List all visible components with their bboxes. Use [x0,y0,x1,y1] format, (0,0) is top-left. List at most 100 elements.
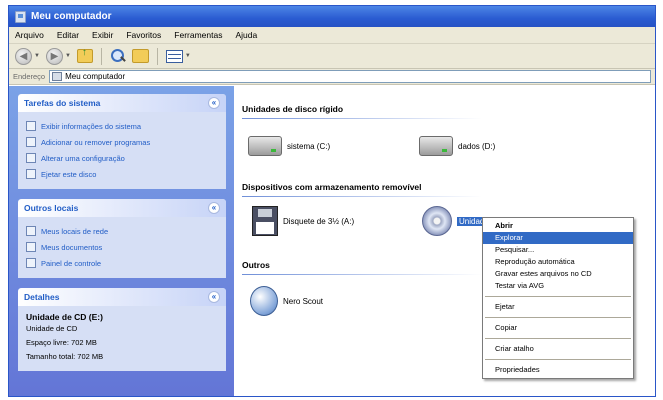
ctx-create-shortcut[interactable]: Criar atalho [483,343,633,355]
other-places-panel: Outros locais « Meus locais de rede Meus… [18,199,226,278]
other-places-header[interactable]: Outros locais « [18,199,226,217]
collapse-chevron-icon[interactable]: « [208,291,220,303]
place-network[interactable]: Meus locais de rede [26,223,218,239]
system-tasks-list: Exibir informações do sistema Adicionar … [18,112,226,189]
task-label: Exibir informações do sistema [41,121,142,131]
ctx-explore[interactable]: Explorar [483,232,633,244]
place-control-panel[interactable]: Painel de controle [26,255,218,271]
folder-up-icon [76,47,93,63]
task-label: Ejetar este disco [41,169,97,179]
toolbar-separator [100,47,102,65]
group-divider [242,196,482,197]
menu-arquivo[interactable]: Arquivo [15,30,44,40]
up-folder-button[interactable] [76,47,93,63]
task-add-remove-programs[interactable]: Adicionar ou remover programas [26,134,218,150]
back-button[interactable]: ◀ ▼ [15,47,40,65]
system-tasks-header[interactable]: Tarefas do sistema « [18,94,226,112]
ctx-copy[interactable]: Copiar [483,322,633,334]
ctx-properties[interactable]: Propriedades [483,364,633,376]
drive-label: sistema (C:) [287,141,331,151]
task-view-system-info[interactable]: Exibir informações do sistema [26,118,218,134]
control-panel-icon [26,153,36,163]
panel-title: Tarefas do sistema [24,98,101,108]
address-field[interactable]: Meu computador [49,70,651,83]
views-icon [165,49,183,63]
drive-label: Disquete de 3½ (A:) [283,216,355,226]
details-header[interactable]: Detalhes « [18,288,226,306]
collapse-chevron-icon[interactable]: « [208,202,220,214]
task-change-setting[interactable]: Alterar uma configuração [26,150,218,166]
back-arrow-icon: ◀ [15,47,32,65]
drive-label: dados (D:) [458,141,496,151]
menu-favoritos[interactable]: Favoritos [126,30,161,40]
toolbar-separator [156,47,158,65]
other-places-list: Meus locais de rede Meus documentos Pain… [18,217,226,278]
control-panel-icon [26,258,36,268]
address-value: Meu computador [65,72,126,81]
title-bar[interactable]: Meu computador [9,6,655,27]
hard-drive-icon [419,136,453,156]
drive-a[interactable]: Disquete de 3½ (A:) [252,206,354,236]
context-menu: Abrir Explorar Pesquisar... Reprodução a… [482,217,634,379]
menu-ajuda[interactable]: Ajuda [235,30,257,40]
floppy-disk-icon [252,206,278,236]
group-hard-disks: Unidades de disco rígido [242,104,344,114]
ctx-scan-avg[interactable]: Testar via AVG [483,280,633,292]
collapse-chevron-icon[interactable]: « [208,97,220,109]
add-remove-programs-icon [26,137,36,147]
hard-drive-icon [248,136,282,156]
details-free-space: Espaço livre: 702 MB [26,338,97,347]
task-pane: Tarefas do sistema « Exibir informações … [9,86,234,396]
ctx-search[interactable]: Pesquisar... [483,244,633,256]
ctx-open[interactable]: Abrir [483,220,633,232]
group-others: Outros [242,260,270,270]
my-documents-icon [26,242,36,252]
forward-button[interactable]: ▶ ▼ [45,47,71,65]
details-panel: Detalhes « Unidade de CD (E:) Unidade de… [18,288,226,371]
menu-exibir[interactable]: Exibir [92,30,113,40]
group-removable: Dispositivos com armazenamento removível [242,182,422,192]
eject-icon [26,169,36,179]
details-name: Unidade de CD (E:) [26,312,103,322]
ctx-eject[interactable]: Ejetar [483,301,633,313]
drive-d[interactable]: dados (D:) [419,136,495,156]
details-total-size: Tamanho total: 702 MB [26,352,104,361]
forward-arrow-icon: ▶ [45,47,63,65]
dropdown-caret-icon: ▼ [64,53,71,59]
drive-c[interactable]: sistema (C:) [248,136,330,156]
task-label: Adicionar ou remover programas [41,137,151,147]
folders-button[interactable] [131,49,149,63]
window-title: Meu computador [31,11,112,22]
my-computer-icon [15,10,26,23]
menu-separator [485,359,631,360]
menu-separator [485,296,631,297]
panel-title: Outros locais [24,203,79,213]
place-label: Meus locais de rede [41,226,109,236]
menu-bar: Arquivo Editar Exibir Favoritos Ferramen… [9,27,655,44]
task-label: Alterar uma configuração [41,153,125,163]
place-my-documents[interactable]: Meus documentos [26,239,218,255]
task-eject-disk[interactable]: Ejetar este disco [26,166,218,182]
menu-editar[interactable]: Editar [57,30,79,40]
dropdown-caret-icon: ▼ [34,53,40,59]
menu-separator [485,338,631,339]
details-type: Unidade de CD [26,324,78,333]
group-divider [242,118,482,119]
system-info-icon [26,121,36,131]
ctx-autoplay[interactable]: Reprodução automática [483,256,633,268]
nero-scout[interactable]: Nero Scout [250,286,323,316]
place-label: Meus documentos [41,242,103,252]
my-computer-icon [52,72,63,81]
panel-title: Detalhes [24,292,60,302]
ctx-burn-cd[interactable]: Gravar estes arquivos no CD [483,268,633,280]
views-button[interactable]: ▼ [165,49,191,63]
menu-ferramentas[interactable]: Ferramentas [174,30,222,40]
place-label: Painel de controle [41,258,102,268]
search-icon [110,48,126,64]
search-button[interactable] [110,48,126,64]
cd-drive-icon [422,206,452,236]
folders-icon [131,49,149,63]
system-tasks-panel: Tarefas do sistema « Exibir informações … [18,94,226,189]
details-body: Unidade de CD (E:) Unidade de CD Espaço … [18,306,226,371]
nero-scout-icon [250,286,278,316]
